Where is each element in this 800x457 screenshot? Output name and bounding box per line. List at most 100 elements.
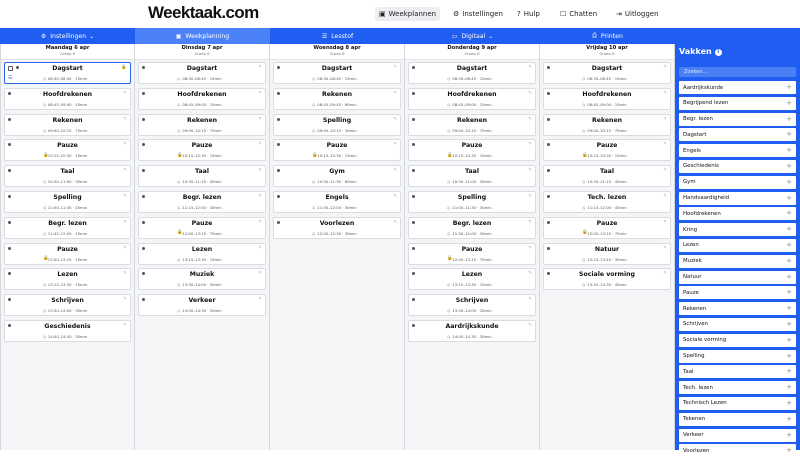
search-input[interactable] [679,67,796,77]
lesson-card[interactable]: ✎ ◷ Spelling 11:00–11:30 · 30min [408,190,536,213]
lesson-card[interactable]: ✎ ◷ Aardrijkskunde 14:00–14:30 · 30min [408,319,536,342]
add-icon[interactable]: + [786,209,792,217]
add-icon[interactable]: + [786,162,792,170]
vak-item[interactable]: Geschiedenis + [679,159,796,173]
lesson-card[interactable]: ✎ ◷ Voorlezen 12:00–12:30 · 30min [273,216,401,239]
info-icon[interactable]: i [714,48,722,56]
lesson-card[interactable]: ✎ ◷ Spelling 09:45–10:15 · 30min [273,113,401,136]
tab-digitaal[interactable]: ▭ Digitaal ⌄ [405,28,540,44]
add-icon[interactable]: + [786,367,792,375]
add-icon[interactable]: + [786,257,792,265]
lesson-card[interactable]: ✎ ◷ Rekenen 09:00–10:15 · 75min [408,113,536,136]
lesson-card[interactable]: ✎ ◷ Dagstart 08:30–08:45 · 15min [138,62,266,84]
lesson-card[interactable]: ✎ ◷ Taal 10:30–11:00 · 30min [408,165,536,188]
lesson-card[interactable]: ✎ ◷ Taal 10:30–11:15 · 45min [543,165,671,188]
vak-item[interactable]: Tekenen + [679,412,796,426]
lesson-card[interactable]: ✎ 🔒 Pauze 10:15–10:30 · 15min [543,139,671,162]
add-icon[interactable]: + [786,130,792,138]
add-icon[interactable]: + [786,304,792,312]
vak-item[interactable]: Tech. lezen + [679,381,796,395]
lesson-card[interactable]: ✎ ◷ Begr. lezen 11:15–12:00 · 45min [138,190,266,213]
vak-item[interactable]: Handvaardigheid + [679,191,796,205]
lesson-card[interactable]: ☰ 🔒 ◷ Dagstart 08:30–08:45 · 15min [4,62,131,84]
lesson-card[interactable]: ✎ 🔒 Pauze 10:15–10:30 · 15min [4,139,131,162]
lesson-card[interactable]: ✎ ◷ Lezen 13:15–13:30 · 15min [4,268,131,291]
add-icon[interactable]: + [786,194,792,202]
lesson-card[interactable]: ✎ ◷ Hoofdrekenen 08:45–09:00 · 15min [138,87,266,110]
vak-item[interactable]: Engels + [679,144,796,158]
vak-item[interactable]: Sociale vorming + [679,333,796,347]
lesson-card[interactable]: ✎ 🔒 Pauze 12:00–13:15 · 75min [138,216,266,239]
vak-item[interactable]: Taal + [679,365,796,379]
lesson-card[interactable]: ✎ ◷ Begr. lezen 11:45–12:00 · 15min [4,216,131,239]
vak-item[interactable]: Hoofdrekenen + [679,207,796,221]
add-icon[interactable]: + [786,415,792,423]
vak-item[interactable]: Begrijpend lezen + [679,96,796,110]
lesson-card[interactable]: ✎ 🔒 Pauze 10:15–10:30 · 15min [138,139,266,162]
lesson-card[interactable]: ✎ ◷ Lezen 13:15–13:30 · 15min [138,242,266,265]
vak-item[interactable]: Schrijven + [679,317,796,331]
vak-item[interactable]: Dagstart + [679,128,796,142]
add-icon[interactable]: + [786,225,792,233]
vak-item[interactable]: Rekenen + [679,302,796,316]
lesson-card[interactable]: ✎ ◷ Rekenen 09:00–10:15 · 75min [543,113,671,136]
lesson-card[interactable]: ✎ ◷ Spelling 11:00–11:45 · 45min [4,190,131,213]
add-icon[interactable]: + [786,99,792,107]
lesson-card[interactable]: ✎ 🔒 Pauze 10:15–10:30 · 15min [273,139,401,162]
nav-hulp[interactable]: ? Hulp [513,7,544,21]
lesson-card[interactable]: ✎ ◷ Hoofdrekenen 08:45–09:00 · 15min [4,87,131,110]
lesson-card[interactable]: ✎ ◷ Taal 10:30–11:00 · 30min [4,165,131,188]
lesson-card[interactable]: ✎ ◷ Begr. lezen 11:30–12:00 · 30min [408,216,536,239]
add-icon[interactable]: + [786,288,792,296]
lesson-card[interactable]: ✎ ◷ Engels 11:30–12:00 · 30min [273,190,401,213]
nav-chatten[interactable]: ☐ Chatten [556,7,601,21]
tab-weekplanning[interactable]: ▣ Weekplanning [135,28,270,44]
vak-item[interactable]: Technisch Lezen + [679,396,796,410]
vak-item[interactable]: Begr. lezen + [679,112,796,126]
lesson-card[interactable]: ✎ 🔒 Pauze 12:00–13:15 · 75min [408,242,536,265]
vak-item[interactable]: Spelling + [679,349,796,363]
lesson-card[interactable]: ✎ ◷ Taal 10:30–11:15 · 45min [138,165,266,188]
lesson-card[interactable]: ✎ ◷ Dagstart 08:30–08:45 · 15min [543,62,671,84]
lesson-card[interactable]: ✎ ◷ Rekenen 09:00–10:15 · 75min [4,113,131,136]
lesson-card[interactable]: ✎ ◷ Lezen 13:15–13:30 · 15min [408,268,536,291]
vak-item[interactable]: Gym + [679,175,796,189]
add-icon[interactable]: + [786,83,792,91]
lesson-card[interactable]: ✎ 🔒 Pauze 10:15–10:30 · 15min [408,139,536,162]
vak-item[interactable]: Kring + [679,223,796,237]
tab-instellingen[interactable]: ⚙ Instellingen ⌄ [0,28,135,44]
lesson-card[interactable]: ✎ ◷ Tech. lezen 11:15–12:00 · 45min [543,190,671,213]
lesson-card[interactable]: ✎ 🔒 Pauze 12:00–13:15 · 75min [4,242,131,265]
lesson-card[interactable]: ✎ ◷ Hoofdrekenen 08:45–09:00 · 15min [408,87,536,110]
add-icon[interactable]: + [786,383,792,391]
add-icon[interactable]: + [786,146,792,154]
lesson-card[interactable]: ✎ ◷ Muziek 13:30–14:00 · 30min [138,268,266,291]
vak-item[interactable]: Pauze + [679,286,796,300]
lesson-card[interactable]: ✎ ◷ Verkeer 14:00–14:30 · 30min [138,294,266,317]
add-icon[interactable]: + [786,352,792,360]
tab-lesstof[interactable]: ☰ Lesstof [270,28,405,44]
add-icon[interactable]: + [786,241,792,249]
lesson-card[interactable]: ✎ 🔒 Pauze 12:00–13:15 · 75min [543,216,671,239]
add-icon[interactable]: + [786,446,792,454]
lesson-card[interactable]: ✎ ◷ Geschiedenis 14:00–14:30 · 30min [4,319,131,342]
lesson-card[interactable]: ✎ ◷ Natuur 13:15–13:45 · 30min [543,242,671,265]
vak-item[interactable]: Voorlezen + [679,444,796,457]
nav-instellingen[interactable]: ⚙ Instellingen [449,7,507,21]
tab-printen[interactable]: ⎙ Printen [540,28,675,44]
vak-item[interactable]: Lezen + [679,238,796,252]
lesson-card[interactable]: ✎ ◷ Dagstart 08:30–08:45 · 15min [408,62,536,84]
lesson-card[interactable]: ✎ ◷ Rekenen 08:45–09:45 · 60min [273,87,401,110]
nav-weekplannen[interactable]: ▣ Weekplannen [375,7,441,21]
lesson-card[interactable]: ✎ ◷ Hoofdrekenen 08:45–09:00 · 15min [543,87,671,110]
vak-item[interactable]: Muziek + [679,254,796,268]
lesson-card[interactable]: ✎ ◷ Schrijven 13:30–14:00 · 30min [4,294,131,317]
vak-item[interactable]: Aardrijkskunde + [679,81,796,94]
vak-item[interactable]: Natuur + [679,270,796,284]
add-icon[interactable]: + [786,178,792,186]
nav-uitloggen[interactable]: ⇥ Uitloggen [612,7,663,21]
lesson-card[interactable]: ✎ ◷ Gym 10:30–11:30 · 60min [273,165,401,188]
lesson-card[interactable]: ✎ ◷ Rekenen 09:00–10:15 · 75min [138,113,266,136]
add-icon[interactable]: + [786,273,792,281]
lesson-card[interactable]: ✎ ◷ Schrijven 13:30–14:00 · 30min [408,294,536,317]
